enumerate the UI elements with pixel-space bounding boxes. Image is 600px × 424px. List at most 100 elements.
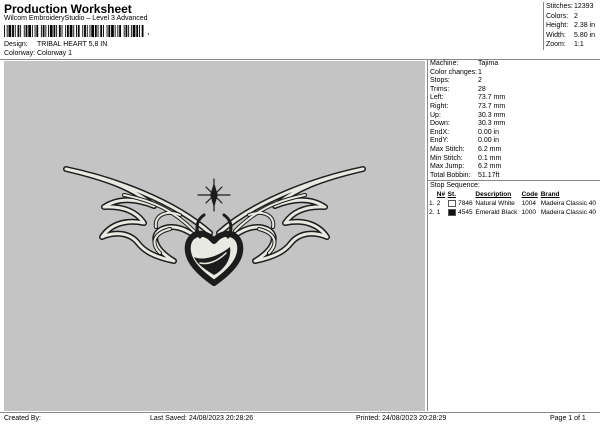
stop-table-header: N# St. Description Code Brand <box>428 190 600 199</box>
colorway-value: Colorway 1 <box>37 50 73 57</box>
col-description: Description <box>475 191 512 199</box>
barcode-bar <box>4 25 5 37</box>
design-preview <box>4 61 425 411</box>
col-code: Code <box>521 191 538 199</box>
barcode-bar <box>106 25 108 37</box>
table-row: 1. 2 7846 Natural White 1004 Madeira Cla… <box>429 200 597 208</box>
color-swatch <box>447 209 456 217</box>
barcode-bar <box>12 25 14 37</box>
detail-max-stitch: Max Stitch: 6.2 mm <box>430 145 502 153</box>
barcode-bar <box>128 25 130 37</box>
stat-row-height: Height: 2.38 in <box>546 22 596 29</box>
tribal-heart-embroidery <box>63 166 366 286</box>
detail-min-stitch: Min Stitch: 0.1 mm <box>430 154 502 162</box>
detail-endx: EndX: 0.00 in <box>430 128 500 136</box>
barcode-bar <box>86 25 88 37</box>
barcode-bar <box>82 25 84 37</box>
design-label: Design: <box>4 41 28 48</box>
footer-created-by: Created By: <box>4 415 41 422</box>
barcode-bar <box>91 25 94 37</box>
barcode-bar <box>58 25 61 37</box>
barcode-bar <box>94 25 97 37</box>
detail-endy: EndY: 0.00 in <box>430 137 500 145</box>
barcode-bar <box>67 25 69 37</box>
barcode-bar <box>6 25 8 37</box>
heart <box>184 230 244 286</box>
footer: Created By: Last Saved: 24/08/2023 20:28… <box>0 412 600 424</box>
barcode-bar <box>125 25 128 37</box>
page-title: Production Worksheet <box>4 2 132 16</box>
barcode-bar <box>123 25 125 37</box>
colorway-label: Colorway: <box>4 50 36 57</box>
stat-row-width: Width: 5.80 in <box>546 31 596 39</box>
barcode-bar <box>36 25 39 37</box>
barcode-bar <box>100 25 103 37</box>
barcode-bar <box>31 25 33 37</box>
barcode-mark: , <box>147 26 150 36</box>
software-subtitle: Wilcom EmbroideryStudio – Level 3 Advanc… <box>4 15 148 22</box>
barcode-bar <box>28 25 31 37</box>
barcode-bar <box>49 25 53 37</box>
barcode-bar <box>73 25 75 37</box>
barcode-bar <box>23 25 25 37</box>
stat-row-zoom: Zoom: 1:1 <box>546 41 584 48</box>
barcode-bar <box>84 25 86 37</box>
color-swatch <box>447 200 456 208</box>
detail-right: Right: 73.7 mm <box>430 102 506 110</box>
barcode-bar <box>141 25 144 37</box>
barcode-bar <box>76 25 77 37</box>
col-n: N# <box>436 191 446 199</box>
stat-row-stitches: Stitches: 12393 <box>546 3 594 10</box>
table-row: 2. 1 4545 Emerald Black 1000 Madeira Cla… <box>429 209 597 217</box>
footer-last-saved: Last Saved: 24/08/2023 20:28:26 <box>150 415 254 422</box>
stop-sequence-table: N# St. Description Code Brand 1. 2 7846 … <box>428 190 600 217</box>
barcode-bar <box>136 25 139 37</box>
barcode-bar <box>8 25 12 37</box>
barcode-bar <box>34 25 36 37</box>
barcode-bar <box>108 25 111 37</box>
barcode-bar <box>97 25 99 37</box>
barcode-bar <box>61 25 63 37</box>
barcode-bar <box>103 25 104 37</box>
barcode-bar <box>25 25 28 37</box>
design-details-panel: Machine: Tajima Color changes: 1 Stops: 2 T… <box>427 60 600 411</box>
barcode-bar <box>132 25 136 37</box>
detail-trims: Trims: 28 <box>430 85 486 93</box>
stat-row-colors: Colors: 2 <box>546 12 578 20</box>
barcode-bar <box>14 25 16 37</box>
footer-page: Page 1 of 1 <box>550 415 586 422</box>
detail-left: Left: 73.7 mm <box>430 94 506 102</box>
barcode-bar <box>20 25 22 37</box>
colorway-row: Colorway: Colorway 1 <box>4 50 72 57</box>
detail-up: Up: 30.3 mm <box>430 111 506 119</box>
barcode <box>4 25 144 37</box>
detail-stops: Stops: 2 <box>430 77 482 85</box>
stop-sequence-label: Stop Sequence: <box>428 180 600 190</box>
detail-total-bobbin: Total Bobbin: 51.17ft <box>430 171 500 179</box>
detail-down: Down: 30.3 mm <box>430 120 506 128</box>
barcode-bar <box>53 25 56 37</box>
footer-printed: Printed: 24/08/2023 20:28:29 <box>356 415 447 422</box>
detail-max-jump: Max Jump: 6.2 mm <box>430 163 502 171</box>
detail-color-changes: Color changes: 1 <box>430 68 482 76</box>
barcode-bar <box>130 25 132 37</box>
barcode-bar <box>119 25 121 37</box>
barcode-bar <box>17 25 20 37</box>
barcode-bar <box>56 25 58 37</box>
barcode-bar <box>69 25 73 37</box>
barcode-bar <box>48 25 49 37</box>
barcode-bar <box>114 25 116 37</box>
col-st: St. <box>447 191 456 199</box>
barcode-bar <box>111 25 114 37</box>
barcode-bar <box>40 25 42 37</box>
star <box>197 178 231 212</box>
barcode-bar <box>65 25 67 37</box>
barcode-bar <box>139 25 140 37</box>
design-row: Design: TRIBAL HEART 5,8 IN <box>4 41 107 48</box>
barcode-bar <box>117 25 119 37</box>
barcode-bar <box>42 25 45 37</box>
design-value: TRIBAL HEART 5,8 IN <box>37 41 108 48</box>
barcode-bar <box>45 25 47 37</box>
col-brand: Brand <box>540 191 560 199</box>
barcode-bar <box>89 25 91 37</box>
